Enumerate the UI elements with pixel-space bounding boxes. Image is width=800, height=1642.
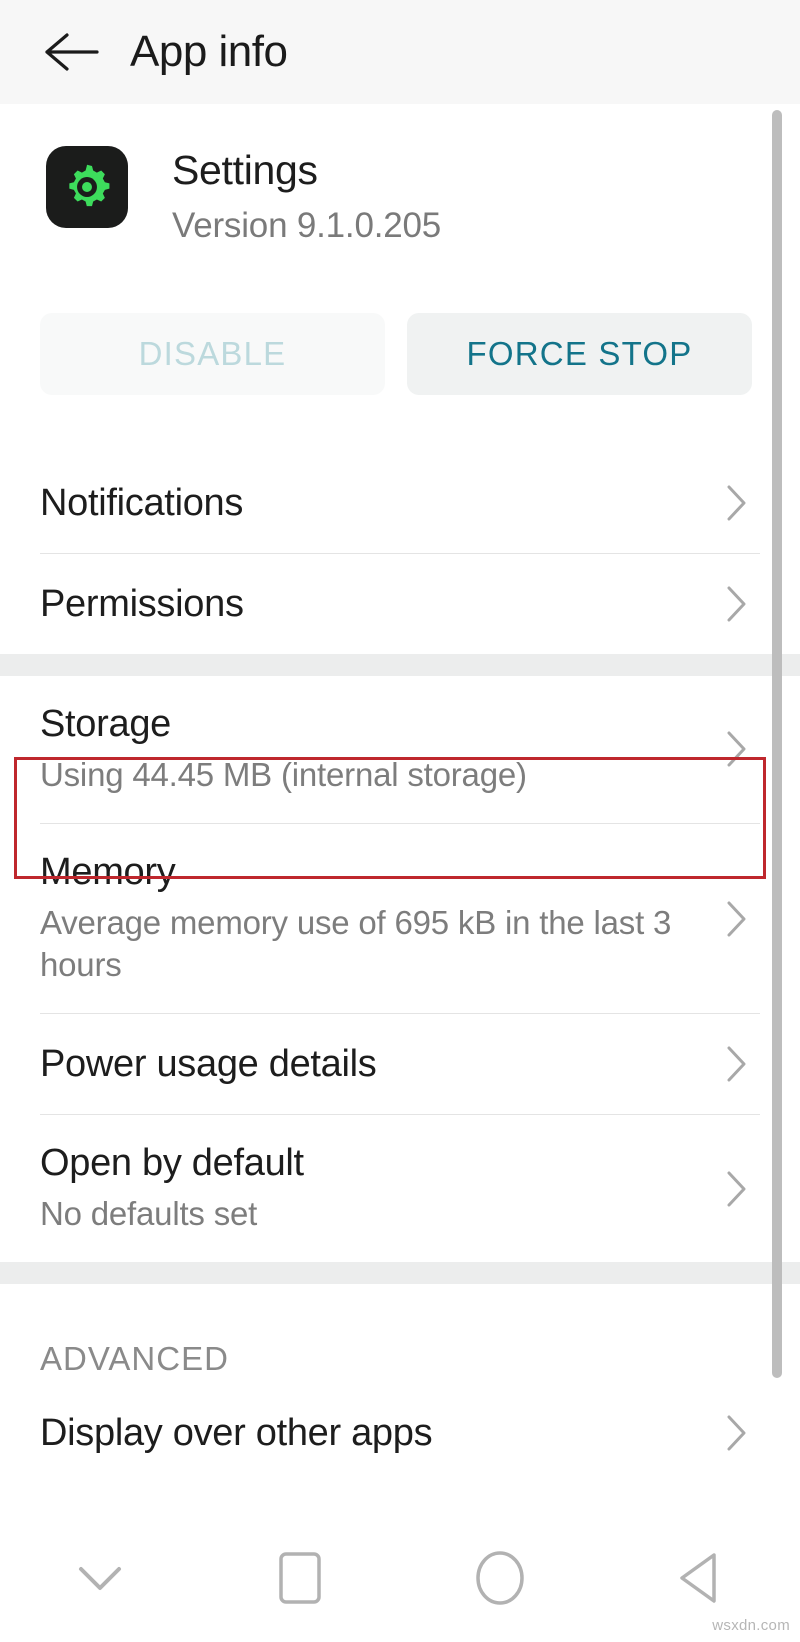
nav-hide-keyboard-button[interactable] <box>0 1514 200 1642</box>
section-separator <box>0 1262 800 1285</box>
circle-icon <box>476 1551 524 1605</box>
app-meta: Settings Version 9.1.0.205 <box>172 146 441 246</box>
nav-recents-button[interactable] <box>200 1514 400 1642</box>
watermark: wsxdn.com <box>712 1617 790 1634</box>
list-item-title: Permissions <box>40 582 244 625</box>
list-item-subtitle: Using 44.45 MB (internal storage) <box>40 755 527 793</box>
list-item-storage[interactable]: Storage Using 44.45 MB (internal storage… <box>0 676 800 823</box>
row-text: Permissions <box>40 556 720 653</box>
list-item-power-usage-details[interactable]: Power usage details <box>0 1014 800 1115</box>
force-stop-button[interactable]: FORCE STOP <box>407 313 752 396</box>
row-text: Storage Using 44.45 MB (internal storage… <box>40 676 720 823</box>
list-item-display-over-other-apps[interactable]: Display over other apps <box>0 1378 800 1489</box>
nav-home-button[interactable] <box>400 1514 600 1642</box>
back-button[interactable] <box>40 21 102 83</box>
row-text: Notifications <box>40 455 720 552</box>
list-item-title: Memory <box>40 850 176 893</box>
list-item-title: Notifications <box>40 481 244 524</box>
list-item-title: Display over other apps <box>40 1411 433 1454</box>
chevron-right-icon <box>720 483 754 523</box>
app-summary: Settings Version 9.1.0.205 <box>0 104 800 246</box>
app-icon <box>46 146 128 228</box>
section-header-advanced: ADVANCED <box>40 1340 229 1378</box>
chevron-right-icon <box>720 729 754 769</box>
chevron-right-icon <box>720 1169 754 1209</box>
row-text: Display over other apps <box>40 1385 720 1482</box>
list-item-notifications[interactable]: Notifications <box>0 453 800 554</box>
triangle-left-icon <box>680 1553 716 1603</box>
list-item-title: Power usage details <box>40 1042 377 1085</box>
chevron-right-icon <box>720 1413 754 1453</box>
list-item-open-by-default[interactable]: Open by default No defaults set <box>0 1115 800 1263</box>
chevron-right-icon <box>720 584 754 624</box>
row-text: Open by default No defaults set <box>40 1115 720 1262</box>
page-title: App info <box>130 27 288 76</box>
chevron-down-icon <box>79 1567 121 1590</box>
disable-button[interactable]: DISABLE <box>40 313 385 396</box>
list-item-permissions[interactable]: Permissions <box>0 554 800 655</box>
app-name: Settings <box>172 147 318 193</box>
list-item-title: Open by default <box>40 1142 304 1185</box>
list-item-subtitle: No defaults set <box>40 1195 258 1233</box>
row-text: Memory Average memory use of 695 kB in t… <box>40 824 720 1014</box>
section-separator <box>0 654 800 677</box>
vertical-scrollbar[interactable] <box>772 110 782 1378</box>
app-info-screen: App info Settings Version 9.1.0.205 DISA… <box>0 0 800 1642</box>
chevron-right-icon <box>720 1044 754 1084</box>
app-bar: App info <box>0 0 800 104</box>
settings-list: Notifications Permissions Storage Using … <box>0 453 800 1489</box>
action-buttons: DISABLE FORCE STOP <box>0 246 800 396</box>
list-item-subtitle: Average memory use of 695 kB in the last… <box>40 903 672 984</box>
scroll-content: Settings Version 9.1.0.205 DISABLE FORCE… <box>0 104 800 1514</box>
app-version: Version 9.1.0.205 <box>172 206 442 246</box>
chevron-right-icon <box>720 899 754 939</box>
square-icon <box>279 1552 321 1604</box>
settings-gear-icon <box>69 164 110 207</box>
list-item-memory[interactable]: Memory Average memory use of 695 kB in t… <box>0 823 800 1014</box>
system-navigation-bar <box>0 1514 800 1642</box>
list-item-title: Storage <box>40 703 171 746</box>
arrow-left-icon <box>45 33 99 71</box>
row-text: Power usage details <box>40 1016 720 1113</box>
